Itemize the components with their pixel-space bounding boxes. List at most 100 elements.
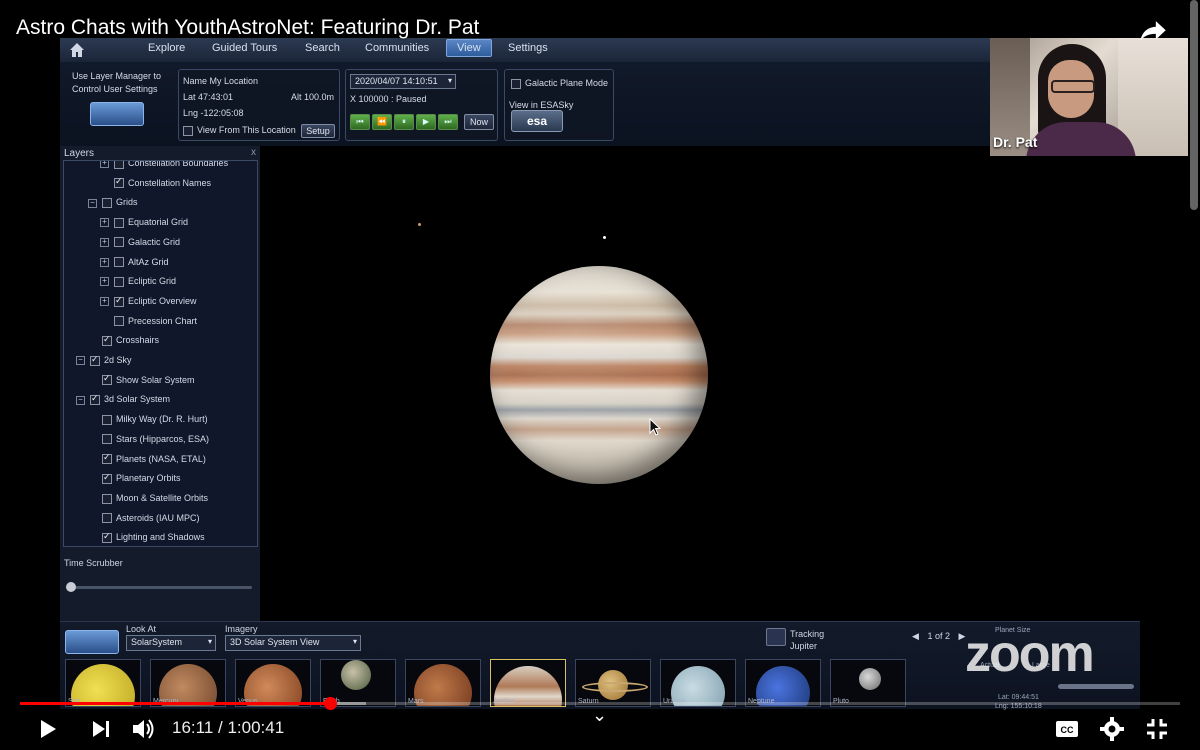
menu-guided-tours[interactable]: Guided Tours <box>212 42 277 54</box>
layer-item[interactable]: Asteroids (IAU MPC) <box>102 513 200 524</box>
chevron-down-icon[interactable]: ⌄ <box>592 705 607 726</box>
layer-item[interactable]: − Grids <box>88 197 138 209</box>
layer-checkbox[interactable] <box>114 295 124 307</box>
close-icon[interactable]: x <box>251 147 256 158</box>
thumb-uranus[interactable]: Uranus <box>660 659 736 707</box>
layer-item[interactable]: + Constellation Boundaries <box>100 161 228 169</box>
layer-item[interactable]: Precession Chart <box>114 316 197 327</box>
menu-explore[interactable]: Explore <box>148 42 185 54</box>
share-icon[interactable] <box>1136 14 1170 48</box>
time-scrubber-handle[interactable] <box>66 582 76 592</box>
layer-checkbox[interactable] <box>102 373 112 386</box>
layer-checkbox[interactable] <box>102 531 112 543</box>
expand-icon[interactable]: + <box>100 257 109 267</box>
layer-checkbox[interactable] <box>114 161 124 169</box>
layer-item[interactable]: Lighting and Shadows <box>102 531 205 543</box>
share-tracking-icon[interactable] <box>766 628 786 646</box>
expand-icon[interactable]: + <box>100 161 109 169</box>
exit-fullscreen-icon[interactable] <box>1144 716 1170 742</box>
layer-item[interactable]: + Equatorial Grid <box>100 217 188 228</box>
collapse-icon[interactable]: − <box>76 395 85 405</box>
thumb-pluto[interactable]: Pluto <box>830 659 906 707</box>
layer-item[interactable]: Milky Way (Dr. R. Hurt) <box>102 414 208 425</box>
view-from-location-toggle[interactable]: View From This Location <box>183 125 296 136</box>
layer-item[interactable]: + Galactic Grid <box>100 237 180 248</box>
thumb-neptune[interactable]: Neptune <box>745 659 821 707</box>
thumb-sun[interactable]: Sun <box>65 659 141 707</box>
play-icon[interactable] <box>34 716 60 742</box>
thumb-venus[interactable]: Venus <box>235 659 311 707</box>
layer-item[interactable]: + Ecliptic Overview <box>100 295 197 307</box>
thumb-mercury[interactable]: Mercury <box>150 659 226 707</box>
menu-search[interactable]: Search <box>305 42 340 54</box>
layer-checkbox[interactable] <box>102 493 112 504</box>
setup-button[interactable]: Setup <box>301 124 335 138</box>
layer-item[interactable]: + AltAz Grid <box>100 257 169 268</box>
expand-icon[interactable]: + <box>100 277 109 287</box>
collapse-icon[interactable]: − <box>88 198 97 208</box>
layer-item[interactable]: Moon & Satellite Orbits <box>102 493 208 504</box>
settings-icon[interactable] <box>1099 716 1125 742</box>
layer-checkbox[interactable] <box>114 316 124 327</box>
layer-item[interactable]: − 2d Sky <box>76 354 132 366</box>
menu-communities[interactable]: Communities <box>365 42 429 54</box>
layer-manager-button-bottom[interactable] <box>65 630 119 654</box>
layer-checkbox[interactable] <box>102 452 112 465</box>
galactic-plane-checkbox[interactable] <box>511 78 521 89</box>
layer-checkbox[interactable] <box>102 513 112 524</box>
layer-checkbox[interactable] <box>102 472 112 484</box>
volume-icon[interactable] <box>130 716 156 742</box>
view-from-location-checkbox[interactable] <box>183 125 193 136</box>
layer-item[interactable]: Constellation Names <box>114 176 211 189</box>
menu-view[interactable]: View <box>446 39 492 57</box>
menu-settings[interactable]: Settings <box>508 42 548 54</box>
space-view[interactable] <box>260 146 1140 621</box>
next-icon[interactable] <box>88 716 114 742</box>
esa-button[interactable]: esa <box>511 110 563 132</box>
layer-checkbox[interactable] <box>114 237 124 248</box>
layer-checkbox[interactable] <box>114 217 124 228</box>
layer-item[interactable]: Show Solar System <box>102 373 195 386</box>
collapse-icon[interactable]: − <box>76 356 85 366</box>
expand-icon[interactable]: + <box>100 297 109 307</box>
layer-checkbox[interactable] <box>102 198 112 209</box>
layer-checkbox[interactable] <box>114 257 124 268</box>
layer-checkbox[interactable] <box>90 354 100 366</box>
play-forward-button[interactable]: ▶ <box>416 114 436 130</box>
layer-item[interactable]: − 3d Solar System <box>76 393 170 406</box>
layer-checkbox[interactable] <box>102 334 112 346</box>
layer-checkbox[interactable] <box>102 414 112 425</box>
layer-item[interactable]: + Ecliptic Grid <box>100 276 176 287</box>
layer-checkbox[interactable] <box>90 393 100 406</box>
thumb-mars[interactable]: Mars <box>405 659 481 707</box>
rewind-button[interactable]: ⏪ <box>372 114 392 130</box>
jupiter-planet[interactable] <box>490 266 708 484</box>
layer-item[interactable]: Crosshairs <box>102 334 159 346</box>
layer-manager-button[interactable] <box>90 102 144 126</box>
captions-icon[interactable]: CC <box>1054 716 1080 742</box>
layer-checkbox[interactable] <box>102 434 112 445</box>
rewind-fast-button[interactable]: ⏮ <box>350 114 370 130</box>
layer-checkbox[interactable] <box>114 276 124 287</box>
layer-item[interactable]: Planets (NASA, ETAL) <box>102 452 206 465</box>
scrollbar[interactable] <box>1190 0 1198 210</box>
video-player[interactable]: Explore Guided Tours Search Communities … <box>0 0 1200 750</box>
home-icon[interactable] <box>68 41 86 59</box>
layers-tree[interactable]: + Constellation Boundaries Constellation N… <box>63 160 258 547</box>
layer-item[interactable]: Stars (Hipparcos, ESA) <box>102 434 209 445</box>
datetime-dropdown[interactable]: 2020/04/07 14:10:51 ▾ <box>350 74 456 89</box>
now-button[interactable]: Now <box>464 114 494 130</box>
thumb-jupiter[interactable]: Jupiter <box>490 659 566 707</box>
thumb-saturn[interactable]: Saturn <box>575 659 651 707</box>
pause-button[interactable]: ⏸ <box>394 114 414 130</box>
planet-size-slider[interactable] <box>1058 684 1134 689</box>
layer-checkbox[interactable] <box>114 176 124 189</box>
imagery-dropdown[interactable]: 3D Solar System View ▾ <box>225 635 361 651</box>
prev-page-icon[interactable]: ◀ <box>912 631 919 641</box>
video-title[interactable]: Astro Chats with YouthAstroNet: Featurin… <box>16 16 479 40</box>
forward-fast-button[interactable]: ⏭ <box>438 114 458 130</box>
look-at-dropdown[interactable]: SolarSystem ▾ <box>126 635 216 651</box>
expand-icon[interactable]: + <box>100 237 109 247</box>
layer-item[interactable]: Planetary Orbits <box>102 472 181 484</box>
time-scrubber-slider[interactable] <box>66 582 252 592</box>
